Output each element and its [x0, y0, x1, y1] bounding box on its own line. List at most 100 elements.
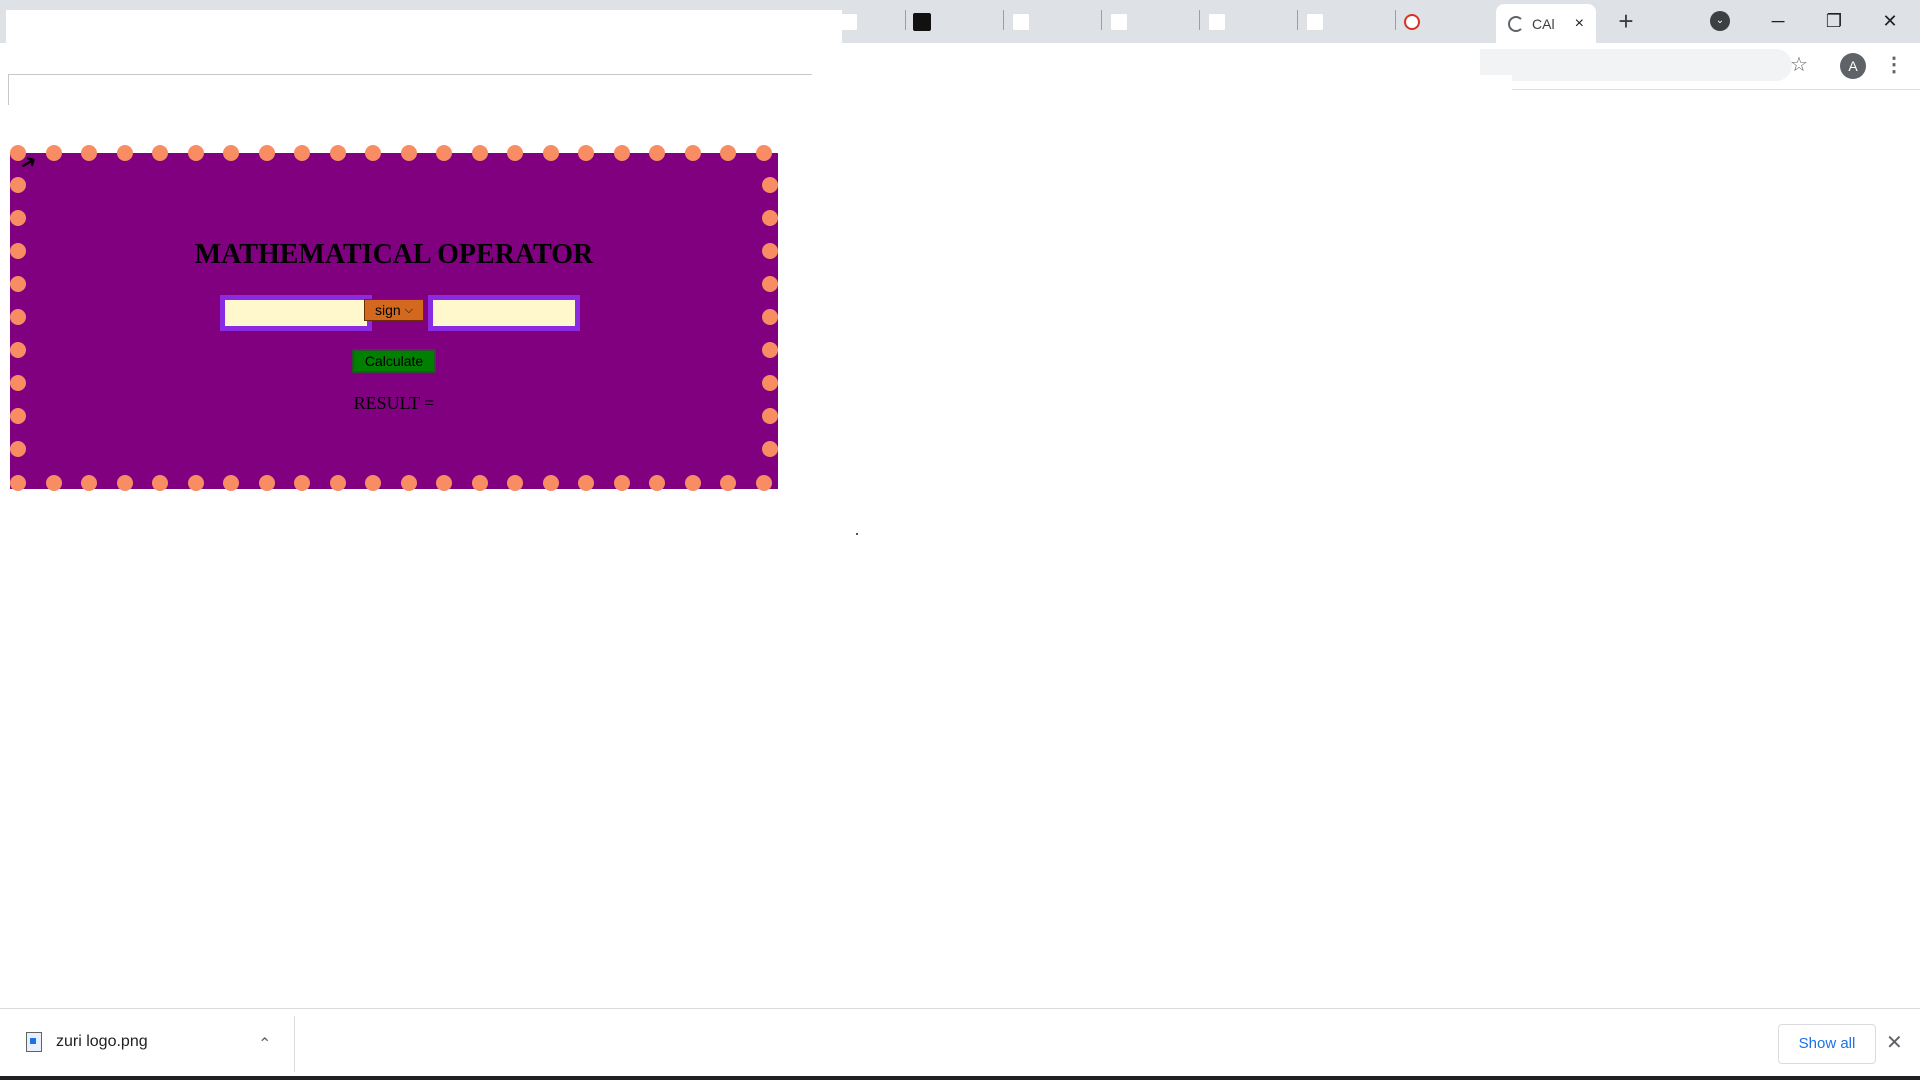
background-tab[interactable] [913, 8, 931, 36]
bookmark-star-icon[interactable]: ☆ [1790, 52, 1808, 77]
border-dot [152, 475, 168, 491]
border-dot [613, 145, 630, 161]
calculate-button[interactable]: Calculate [352, 349, 436, 373]
border-dot [471, 145, 488, 161]
border-dot [81, 145, 97, 161]
chevron-up-icon[interactable]: ⌃ [258, 1034, 271, 1054]
tab-search-icon[interactable]: ⌄ [1710, 11, 1730, 31]
tab-separator [1101, 10, 1102, 30]
image-file-icon [26, 1032, 42, 1052]
background-tab[interactable] [1404, 8, 1420, 36]
border-dot [507, 475, 523, 491]
background-tab[interactable] [1306, 8, 1324, 36]
page-favicon-icon [1404, 14, 1420, 30]
border-dot [187, 145, 204, 161]
border-dot [762, 342, 778, 358]
border-dot [152, 145, 168, 161]
taskbar-edge [0, 1076, 1920, 1080]
border-dot [258, 475, 275, 491]
border-dot [755, 475, 772, 491]
page-title: MATHEMATICAL OPERATOR [194, 239, 594, 270]
border-dot [10, 177, 26, 193]
border-dot [116, 475, 133, 491]
border-dot [684, 475, 701, 491]
border-dot [258, 145, 275, 161]
divider [294, 1016, 295, 1072]
border-dot [762, 276, 778, 292]
border-dot [223, 145, 239, 161]
border-dot [10, 276, 26, 292]
minimize-icon[interactable]: ─ [1758, 6, 1798, 36]
border-dot [720, 475, 736, 491]
border-dot [10, 342, 26, 358]
download-item[interactable]: zuri logo.png [26, 1032, 148, 1052]
tab-separator [905, 10, 906, 30]
page-overlay [6, 10, 842, 76]
border-dot [613, 475, 630, 491]
border-dot [762, 408, 778, 424]
border-dot [10, 475, 26, 491]
border-dot [436, 145, 452, 161]
border-dot [720, 145, 736, 161]
active-tab-title: CAl [1532, 15, 1555, 32]
loading-spinner-icon [1508, 15, 1524, 32]
border-dot [45, 475, 62, 491]
border-dot [755, 145, 772, 161]
browser-menu-icon[interactable]: ⋮ [1884, 52, 1904, 77]
download-shelf [0, 1008, 1920, 1081]
border-dot [762, 210, 778, 226]
new-tab-icon[interactable]: + [1612, 8, 1640, 36]
page-favicon-icon [840, 13, 858, 31]
page-favicon-icon [1208, 13, 1226, 31]
border-dot [762, 177, 778, 193]
close-shelf-icon[interactable]: ✕ [1886, 1030, 1903, 1055]
show-all-button[interactable]: Show all [1778, 1024, 1876, 1064]
profile-avatar[interactable]: A [1840, 53, 1866, 79]
border-dot [762, 441, 778, 457]
border-dot [365, 475, 381, 491]
sign-select[interactable]: sign ⌵ [364, 299, 424, 321]
page-favicon-icon [1012, 13, 1030, 31]
border-dot [649, 145, 665, 161]
close-tab-icon[interactable]: × [1575, 15, 1584, 33]
address-bar[interactable] [1480, 49, 1792, 81]
divider [8, 74, 812, 75]
border-dot [684, 145, 701, 161]
page-background [0, 75, 1512, 135]
border-dot [10, 309, 26, 325]
border-dot [45, 145, 62, 161]
border-dot [542, 145, 559, 161]
border-dot [187, 475, 204, 491]
border-dot [294, 475, 310, 491]
border-dot [329, 145, 346, 161]
chevron-down-icon: ⌵ [404, 303, 414, 316]
restore-icon[interactable]: ❐ [1814, 6, 1854, 36]
border-dot [10, 243, 26, 259]
border-dot [400, 145, 417, 161]
download-file-name: zuri logo.png [56, 1033, 148, 1050]
tab-separator [1003, 10, 1004, 30]
border-dot [578, 475, 594, 491]
border-dot [365, 145, 381, 161]
sign-select-value: sign [374, 302, 401, 318]
border-dot [762, 375, 778, 391]
page-favicon-icon [1110, 13, 1128, 31]
first-operand-input[interactable] [220, 295, 372, 331]
background-tab[interactable] [1012, 8, 1030, 36]
second-operand-input[interactable] [428, 295, 580, 331]
active-tab[interactable]: CAl × [1496, 4, 1596, 43]
background-tab[interactable] [1110, 8, 1128, 36]
page-favicon-icon [1306, 13, 1324, 31]
close-window-icon[interactable]: ✕ [1870, 6, 1910, 36]
page-favicon-icon [913, 13, 931, 31]
border-dot [81, 475, 97, 491]
border-dot [294, 145, 310, 161]
border-dot [436, 475, 452, 491]
background-tab[interactable] [1208, 8, 1226, 36]
tab-separator [1297, 10, 1298, 30]
border-dot [762, 309, 778, 325]
border-dot [223, 475, 239, 491]
border-dot [10, 210, 26, 226]
tab-separator [1199, 10, 1200, 30]
background-tab[interactable] [840, 8, 858, 36]
